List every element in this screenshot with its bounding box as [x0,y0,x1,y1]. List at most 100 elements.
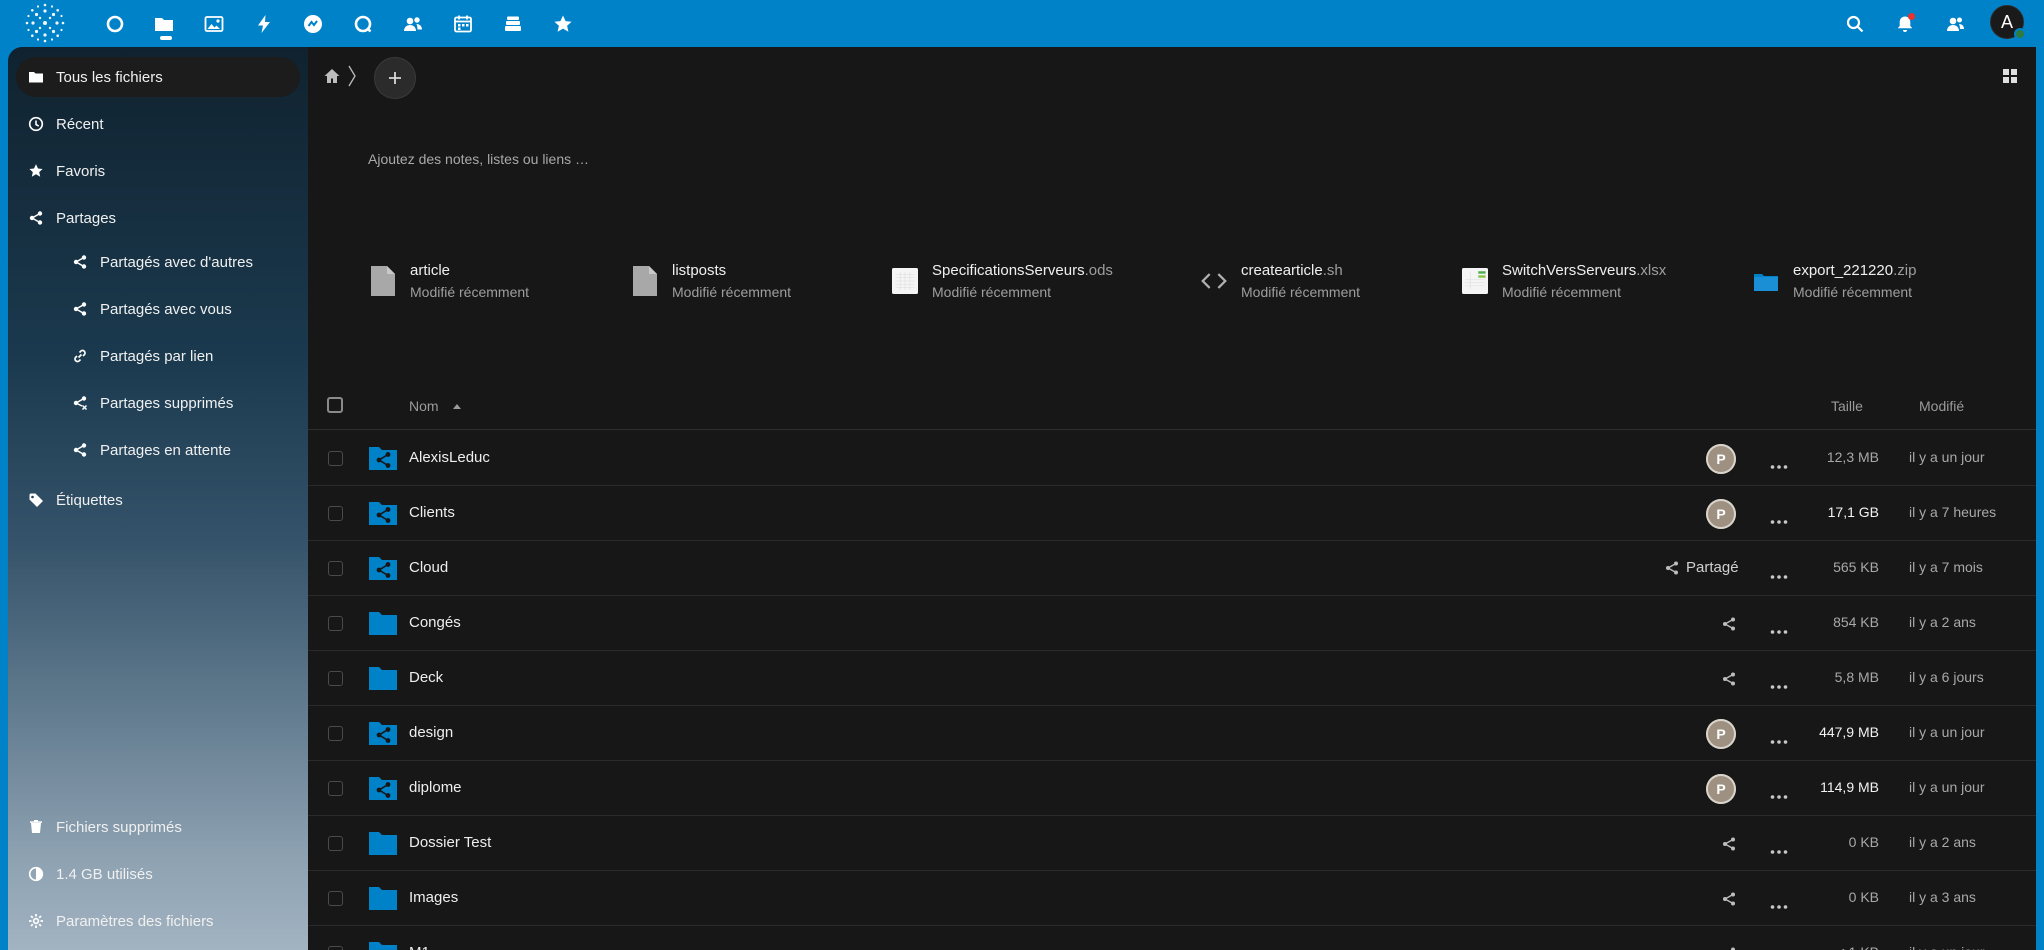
file-name[interactable]: Dossier Test [409,834,491,851]
more-actions-icon[interactable] [1769,677,1789,689]
more-actions-icon[interactable] [1769,457,1789,469]
sidebar-item-favorites[interactable]: Favoris [16,151,300,191]
table-row[interactable]: M1 < 1 KB il y a un jour [308,926,2036,950]
share-icon[interactable] [1721,836,1737,852]
row-checkbox[interactable] [328,671,343,686]
share-icon[interactable] [1721,616,1737,632]
table-row[interactable]: AlexisLeduc P 12,3 MB il y a un jour [308,431,2036,486]
row-checkbox[interactable] [328,561,343,576]
more-actions-icon[interactable] [1769,567,1789,579]
file-modified: il y a 7 mois [1909,559,1983,575]
file-name[interactable]: Congés [409,614,461,631]
row-checkbox[interactable] [328,836,343,851]
recent-file[interactable]: export_221220.zip Modifié récemment [1753,261,1916,311]
recent-file[interactable]: SwitchVersServeurs.xlsx Modifié récemment [1462,261,1666,311]
more-actions-icon[interactable] [1769,787,1789,799]
share-owner-avatar[interactable]: P [1706,774,1736,804]
more-actions-icon[interactable] [1769,512,1789,524]
talk-icon[interactable] [298,9,328,39]
file-name[interactable]: Cloud [409,559,448,576]
file-name[interactable]: M1 [409,944,430,950]
folder-icon [16,69,56,85]
column-name-header[interactable]: Nom [409,398,439,414]
contacts-menu-icon[interactable] [1940,9,1970,39]
sidebar-item-file-settings[interactable]: Paramètres des fichiers [16,901,300,941]
sidebar-item-label: Récent [56,115,104,133]
sidebar-item-tags[interactable]: Étiquettes [16,480,300,520]
table-row[interactable]: Deck 5,8 MB il y a 6 jours [308,651,2036,706]
sidebar-item-pending-shares[interactable]: Partages en attente [60,430,300,470]
grid-view-toggle[interactable] [1998,64,2022,88]
code-file-icon [1201,266,1227,296]
sidebar-item-shared-with-you[interactable]: Partagés avec vous [60,289,300,329]
more-actions-icon[interactable] [1769,897,1789,909]
file-name[interactable]: Clients [409,504,455,521]
sidebar-item-recent[interactable]: Récent [16,104,300,144]
more-actions-icon[interactable] [1769,622,1789,634]
file-name[interactable]: AlexisLeduc [409,449,490,466]
shared-status-button[interactable]: Partagé [1664,559,1739,576]
new-button[interactable] [374,57,416,99]
recent-file[interactable]: article Modifié récemment [370,261,529,311]
file-name[interactable]: diplome [409,779,462,796]
share-owner-avatar[interactable]: P [1706,719,1736,749]
home-icon[interactable] [323,67,341,85]
sidebar-item-deleted-shares[interactable]: Partages supprimés [60,383,300,423]
shared-folder-icon [368,774,398,802]
share-owner-avatar[interactable]: P [1706,444,1736,474]
column-size-header[interactable]: Taille [1831,398,1863,414]
recent-file[interactable]: createarticle.sh Modifié récemment [1201,261,1360,311]
folder-notes-input[interactable] [368,151,968,167]
table-row[interactable]: Dossier Test 0 KB il y a 2 ans [308,816,2036,871]
table-row[interactable]: Clients P 17,1 GB il y a 7 heures [308,486,2036,541]
select-all-checkbox[interactable] [327,397,343,413]
share-icon[interactable] [1721,946,1737,950]
recent-file[interactable]: SpecificationsServeurs.ods Modifié récemm… [892,261,1113,311]
deck-icon[interactable] [498,9,528,39]
sidebar-item-shared-with-others[interactable]: Partagés avec d'autres [60,242,300,282]
table-row[interactable]: Images 0 KB il y a 3 ans [308,871,2036,926]
row-checkbox[interactable] [328,781,343,796]
file-name[interactable]: Images [409,889,458,906]
sidebar-item-all-files[interactable]: Tous les fichiers [16,57,300,97]
dashboard-icon[interactable] [100,9,130,39]
search-icon[interactable] [1840,9,1870,39]
photos-icon[interactable] [199,9,229,39]
sidebar-item-shares[interactable]: Partages [16,198,300,238]
recent-file-name: SwitchVersServeurs [1502,262,1637,279]
table-row[interactable]: Cloud Partagé 565 KB il y a 7 mois [308,541,2036,596]
recent-file-status: Modifié récemment [1793,284,1913,300]
row-checkbox[interactable] [328,616,343,631]
favorites-icon[interactable] [548,9,578,39]
recent-file[interactable]: listposts Modifié récemment [632,261,791,311]
notifications-icon[interactable] [1890,9,1920,39]
activity-icon[interactable] [249,9,279,39]
file-name[interactable]: design [409,724,453,741]
more-actions-icon[interactable] [1769,842,1789,854]
search-app-icon[interactable] [348,9,378,39]
calendar-icon[interactable] [448,9,478,39]
file-size: 854 KB [1833,614,1879,630]
sidebar-item-deleted-files[interactable]: Fichiers supprimés [16,807,300,847]
more-actions-icon[interactable] [1769,732,1789,744]
logo-icon[interactable] [22,2,68,44]
row-checkbox[interactable] [328,946,343,950]
sidebar-item-shared-by-link[interactable]: Partagés par lien [60,336,300,376]
share-owner-avatar[interactable]: P [1706,499,1736,529]
share-icon[interactable] [1721,671,1737,687]
share-icon[interactable] [1721,891,1737,907]
column-modified-header[interactable]: Modifié [1919,398,1964,414]
row-checkbox[interactable] [328,451,343,466]
sidebar-item-quota[interactable]: 1.4 GB utilisés [16,854,300,894]
table-row[interactable]: diplome P 114,9 MB il y a un jour [308,761,2036,816]
table-row[interactable]: design P 447,9 MB il y a un jour [308,706,2036,761]
file-modified: il y a un jour [1909,724,1985,740]
row-checkbox[interactable] [328,506,343,521]
share-icon [16,210,56,226]
file-name[interactable]: Deck [409,669,443,686]
contacts-icon[interactable] [398,9,428,39]
table-row[interactable]: Congés 854 KB il y a 2 ans [308,596,2036,651]
files-icon[interactable] [149,9,179,40]
row-checkbox[interactable] [328,891,343,906]
row-checkbox[interactable] [328,726,343,741]
